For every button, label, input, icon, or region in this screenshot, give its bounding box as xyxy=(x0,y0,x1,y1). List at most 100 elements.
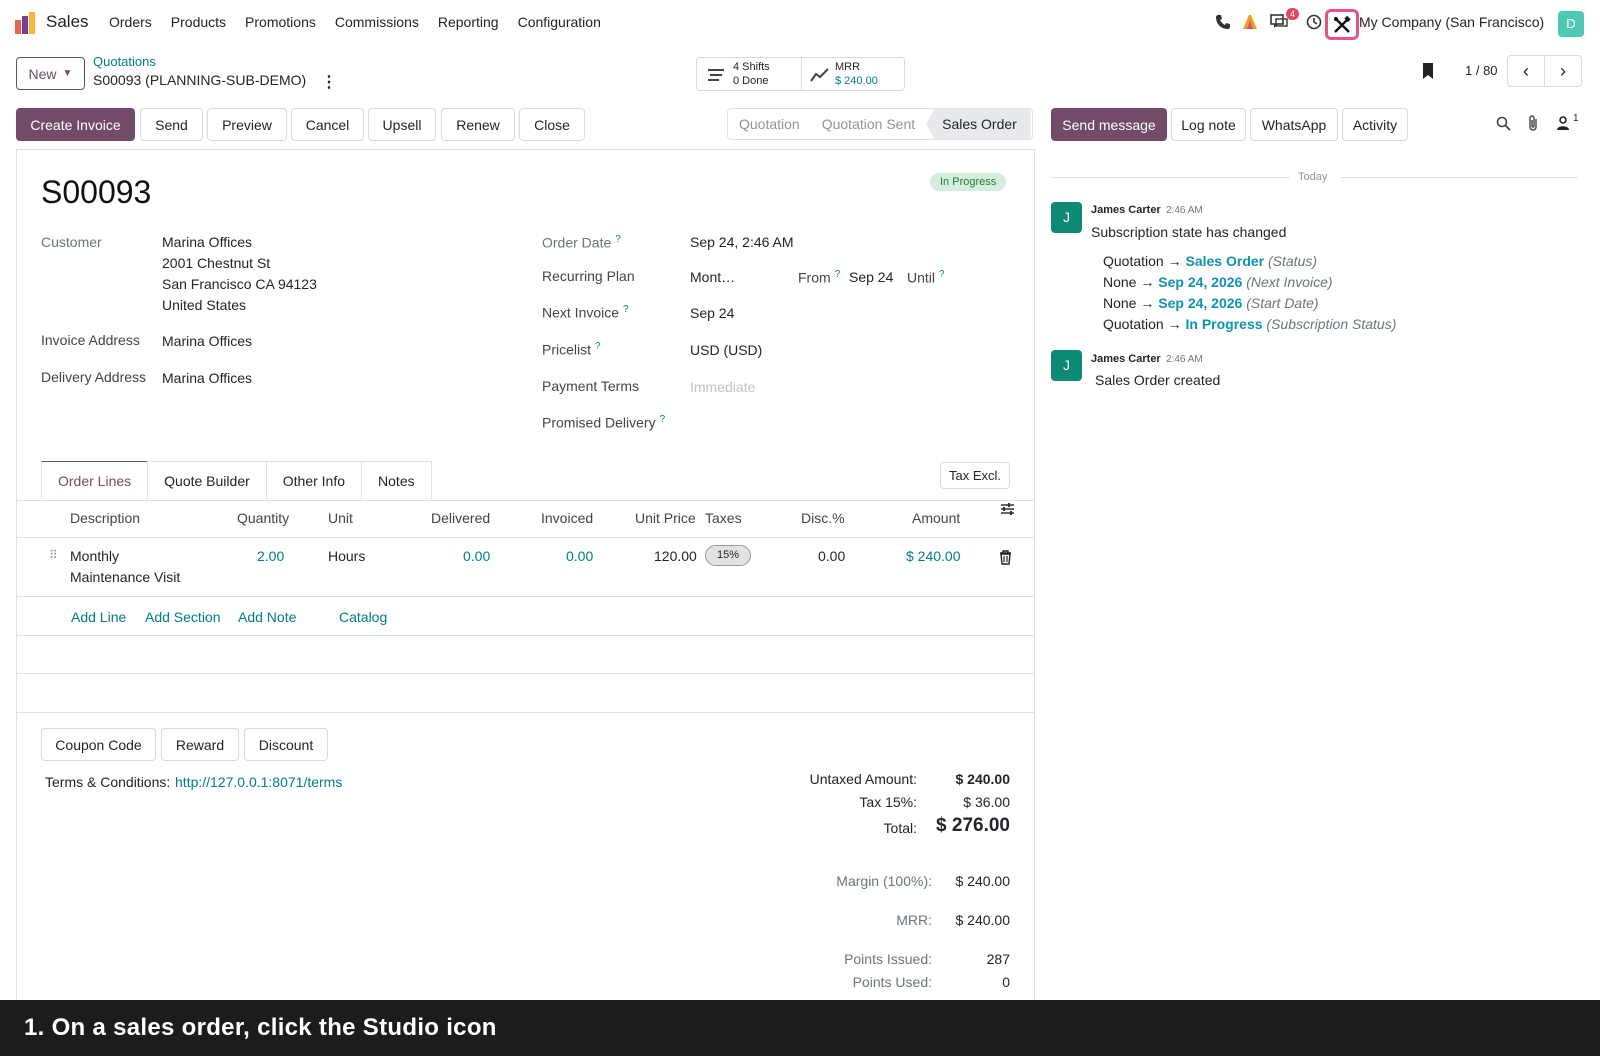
tracking-line-start-date: None → Sep 24, 2026 (Start Date) xyxy=(1103,295,1319,311)
user-avatar[interactable]: D xyxy=(1558,11,1584,37)
from-date-field[interactable]: Sep 24 xyxy=(849,269,893,285)
col-amount[interactable]: Amount xyxy=(912,510,960,526)
tab-quote-builder[interactable]: Quote Builder xyxy=(147,461,267,499)
messages-icon[interactable] xyxy=(1270,14,1288,30)
sales-app-icon[interactable] xyxy=(15,12,37,34)
pager-previous[interactable]: ‹ xyxy=(1507,55,1545,87)
bookmark-icon[interactable] xyxy=(1420,62,1436,80)
whatsapp-button[interactable]: WhatsApp xyxy=(1250,108,1338,141)
status-ribbon: In Progress xyxy=(930,173,1007,191)
col-unit-price[interactable]: Unit Price xyxy=(635,510,696,526)
paperclip-icon[interactable] xyxy=(1527,115,1539,132)
followers-icon[interactable] xyxy=(1556,116,1570,131)
catalog-link[interactable]: Catalog xyxy=(339,609,387,625)
col-discount[interactable]: Disc.% xyxy=(801,510,845,526)
line-delivered[interactable]: 0.00 xyxy=(463,548,490,564)
payment-terms-field[interactable]: Immediate xyxy=(690,379,755,395)
tab-other-info[interactable]: Other Info xyxy=(265,461,363,499)
record-actions-icon[interactable]: ⋮ xyxy=(321,72,337,92)
renew-button[interactable]: Renew xyxy=(441,108,515,141)
trash-icon[interactable] xyxy=(999,550,1012,565)
message-avatar[interactable]: J xyxy=(1051,202,1082,233)
close-button[interactable]: Close xyxy=(519,108,585,141)
shifts-count: 4 Shifts xyxy=(733,61,770,73)
line-unit[interactable]: Hours xyxy=(328,548,365,564)
studio-button[interactable] xyxy=(1325,9,1359,40)
tax-toggle-button[interactable]: Tax Excl. xyxy=(940,462,1010,489)
preview-button[interactable]: Preview xyxy=(207,108,287,141)
line-description-2[interactable]: Maintenance Visit xyxy=(70,569,180,585)
search-icon[interactable] xyxy=(1496,116,1511,131)
col-description[interactable]: Description xyxy=(70,510,140,526)
menu-products[interactable]: Products xyxy=(171,14,226,30)
menu-reporting[interactable]: Reporting xyxy=(438,14,499,30)
customer-link[interactable]: Marina Offices xyxy=(162,234,252,250)
menu-configuration[interactable]: Configuration xyxy=(518,14,601,30)
order-statusbar: Quotation Quotation Sent Sales Order xyxy=(727,108,1033,140)
terms-link[interactable]: http://127.0.0.1:8071/terms xyxy=(175,774,342,790)
add-note-link[interactable]: Add Note xyxy=(238,609,296,625)
col-taxes[interactable]: Taxes xyxy=(705,510,742,526)
line-unit-price[interactable]: 120.00 xyxy=(654,548,697,564)
tracking-line-subscription-status: Quotation → In Progress (Subscription St… xyxy=(1103,316,1397,332)
message-avatar[interactable]: J xyxy=(1051,350,1082,381)
next-invoice-field[interactable]: Sep 24 xyxy=(690,305,734,321)
message-body: Subscription state has changed xyxy=(1091,224,1287,240)
line-description-1[interactable]: Monthly xyxy=(70,548,119,564)
order-date-field[interactable]: Sep 24, 2:46 AM xyxy=(690,234,794,250)
col-unit[interactable]: Unit xyxy=(328,510,353,526)
line-tax-tag[interactable]: 15% xyxy=(705,545,751,566)
tab-order-lines[interactable]: Order Lines xyxy=(41,461,149,499)
menu-orders[interactable]: Orders xyxy=(109,14,152,30)
line-quantity[interactable]: 2.00 xyxy=(257,548,284,564)
new-button[interactable]: New ▼ xyxy=(16,57,85,90)
log-note-button[interactable]: Log note xyxy=(1171,108,1246,141)
breadcrumb-quotations[interactable]: Quotations xyxy=(93,54,156,69)
empty-row-divider-2 xyxy=(17,712,1034,713)
col-delivered[interactable]: Delivered xyxy=(431,510,490,526)
add-section-link[interactable]: Add Section xyxy=(145,609,221,625)
coupon-code-button[interactable]: Coupon Code xyxy=(41,728,156,761)
pager-next[interactable]: › xyxy=(1544,55,1582,87)
pager-value[interactable]: 1 / 80 xyxy=(1465,63,1498,78)
line-amount[interactable]: $ 240.00 xyxy=(906,548,961,564)
col-quantity[interactable]: Quantity xyxy=(237,510,289,526)
mrr-smart-button[interactable]: MRR $ 240.00 xyxy=(801,57,905,91)
drag-handle-icon[interactable]: ⠿ xyxy=(49,548,58,562)
notebook-tabs: Order Lines Quote Builder Other Info Not… xyxy=(41,461,432,499)
reward-button[interactable]: Reward xyxy=(161,728,239,761)
shifts-smart-button[interactable]: 4 Shifts 0 Done xyxy=(696,57,802,91)
optional-columns-icon[interactable] xyxy=(1000,502,1015,516)
line-invoiced[interactable]: 0.00 xyxy=(566,548,593,564)
from-label: From? xyxy=(798,269,841,286)
tracking-line-status: Quotation → Sales Order (Status) xyxy=(1103,253,1318,269)
discount-button[interactable]: Discount xyxy=(244,728,328,761)
pricelist-field[interactable]: USD (USD) xyxy=(690,342,762,358)
add-line-link[interactable]: Add Line xyxy=(71,609,126,625)
status-sales-order[interactable]: Sales Order xyxy=(926,109,1031,139)
invoice-address-field[interactable]: Marina Offices xyxy=(162,333,252,349)
message-author[interactable]: James Carter xyxy=(1091,353,1161,365)
upsell-button[interactable]: Upsell xyxy=(368,108,436,141)
activity-button[interactable]: Activity xyxy=(1342,108,1408,141)
activity-clock-icon[interactable] xyxy=(1306,14,1322,30)
delivery-address-field[interactable]: Marina Offices xyxy=(162,370,252,386)
status-quotation-sent[interactable]: Quotation Sent xyxy=(811,116,926,132)
create-invoice-button[interactable]: Create Invoice xyxy=(16,108,135,141)
company-switcher[interactable]: My Company (San Francisco) xyxy=(1359,14,1544,30)
status-quotation[interactable]: Quotation xyxy=(728,116,811,132)
tab-notes[interactable]: Notes xyxy=(361,461,432,499)
app-name[interactable]: Sales xyxy=(46,12,89,32)
send-message-button[interactable]: Send message xyxy=(1051,108,1167,141)
menu-commissions[interactable]: Commissions xyxy=(335,14,419,30)
col-invoiced[interactable]: Invoiced xyxy=(541,510,593,526)
message-author[interactable]: James Carter xyxy=(1091,204,1161,216)
menu-promotions[interactable]: Promotions xyxy=(245,14,316,30)
recurring-plan-field[interactable]: Mont… xyxy=(690,269,735,285)
phone-icon[interactable] xyxy=(1215,14,1231,30)
send-button[interactable]: Send xyxy=(140,108,203,141)
ai-icon[interactable] xyxy=(1242,14,1260,30)
cancel-button[interactable]: Cancel xyxy=(291,108,364,141)
empty-row-divider-1 xyxy=(17,673,1034,674)
line-discount[interactable]: 0.00 xyxy=(818,548,845,564)
